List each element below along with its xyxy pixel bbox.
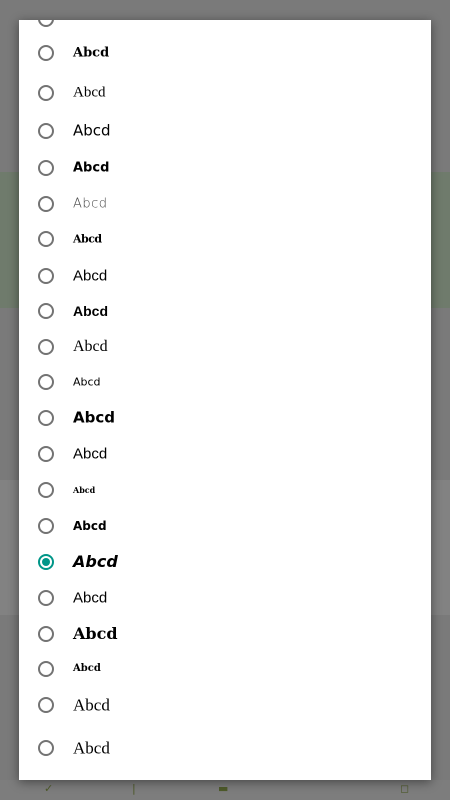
- font-option[interactable]: Abcd: [19, 329, 431, 365]
- font-option[interactable]: Abcd: [19, 75, 431, 111]
- background-toolbar: ✓ | ▬ ◻: [0, 780, 450, 800]
- font-sample-label: Abcd: [73, 485, 96, 495]
- radio-button-selected[interactable]: [38, 554, 54, 570]
- radio-button[interactable]: [38, 590, 54, 606]
- radio-button[interactable]: [38, 374, 54, 390]
- font-sample-label: Abcd: [73, 121, 111, 140]
- radio-button[interactable]: [38, 482, 54, 498]
- screen: ✓ | ▬ ◻ Abcd Abcd Abcd Abcd Abcd Abcd Ab…: [0, 0, 450, 800]
- toolbar-icon: ✓: [44, 782, 54, 795]
- radio-button[interactable]: [38, 231, 54, 247]
- radio-button[interactable]: [38, 160, 54, 176]
- font-option[interactable]: Abcd: [19, 113, 431, 149]
- font-option[interactable]: Abcd: [19, 436, 431, 472]
- radio-button[interactable]: [38, 661, 54, 677]
- radio-button[interactable]: [38, 45, 54, 61]
- font-sample-label: Abcd: [73, 552, 118, 571]
- font-option[interactable]: Abcd: [19, 221, 431, 257]
- font-sample-label: Abcd: [73, 45, 110, 61]
- radio-button[interactable]: [38, 740, 54, 756]
- font-sample-label: Abcd: [73, 338, 108, 355]
- background-image-right: [430, 172, 450, 308]
- font-option[interactable]: Abcd: [19, 687, 431, 723]
- font-option[interactable]: Abcd: [19, 150, 431, 186]
- radio-button-partial[interactable]: [38, 20, 54, 27]
- radio-button[interactable]: [38, 85, 54, 101]
- font-sample-label: Abcd: [73, 445, 108, 463]
- radio-button[interactable]: [38, 410, 54, 426]
- font-option[interactable]: Abcd: [19, 400, 431, 436]
- font-option[interactable]: Abcd: [19, 472, 431, 508]
- font-option[interactable]: Abcd: [19, 186, 431, 222]
- radio-button[interactable]: [38, 518, 54, 534]
- radio-button[interactable]: [38, 446, 54, 462]
- font-sample-label: Abcd: [73, 589, 108, 607]
- font-option[interactable]: Abcd: [19, 35, 431, 71]
- radio-button[interactable]: [38, 123, 54, 139]
- font-sample-label: Abcd: [73, 695, 110, 715]
- font-option[interactable]: Abcd: [19, 730, 431, 766]
- font-sample-label: Abcd: [73, 408, 115, 427]
- toolbar-icon: |: [132, 782, 136, 795]
- font-sample-label: Abcd: [73, 375, 101, 389]
- font-sample-label: Abcd: [73, 232, 102, 246]
- radio-button[interactable]: [38, 697, 54, 713]
- font-sample-label: Abcd: [73, 738, 110, 758]
- font-option[interactable]: Abcd: [19, 616, 431, 652]
- font-option[interactable]: Abcd: [19, 508, 431, 544]
- radio-button[interactable]: [38, 339, 54, 355]
- font-sample-label: Abcd: [73, 663, 101, 674]
- font-sample-label: Abcd: [73, 519, 107, 533]
- font-option-selected[interactable]: Abcd: [19, 544, 431, 580]
- radio-button[interactable]: [38, 626, 54, 642]
- font-option[interactable]: Abcd: [19, 258, 431, 294]
- font-option[interactable]: Abcd: [19, 580, 431, 616]
- font-option[interactable]: Abcd: [19, 364, 431, 400]
- font-sample-label: Abcd: [73, 84, 106, 101]
- font-sample-label: Abcd: [73, 267, 108, 285]
- font-sample-label: Abcd: [73, 303, 108, 319]
- radio-button[interactable]: [38, 268, 54, 284]
- font-sample-label: Abcd: [73, 624, 118, 643]
- font-sample-label: Abcd: [73, 196, 108, 212]
- font-option[interactable]: Abcd: [19, 293, 431, 329]
- toolbar-icon: ▬: [218, 782, 229, 795]
- toolbar-icon: ◻: [400, 782, 410, 795]
- font-sample-label: Abcd: [73, 160, 110, 176]
- font-option[interactable]: Abcd: [19, 651, 431, 687]
- radio-button[interactable]: [38, 303, 54, 319]
- font-picker-dialog: Abcd Abcd Abcd Abcd Abcd Abcd Abcd Abcd …: [19, 20, 431, 780]
- background-panel-right: [430, 480, 450, 615]
- radio-button[interactable]: [38, 196, 54, 212]
